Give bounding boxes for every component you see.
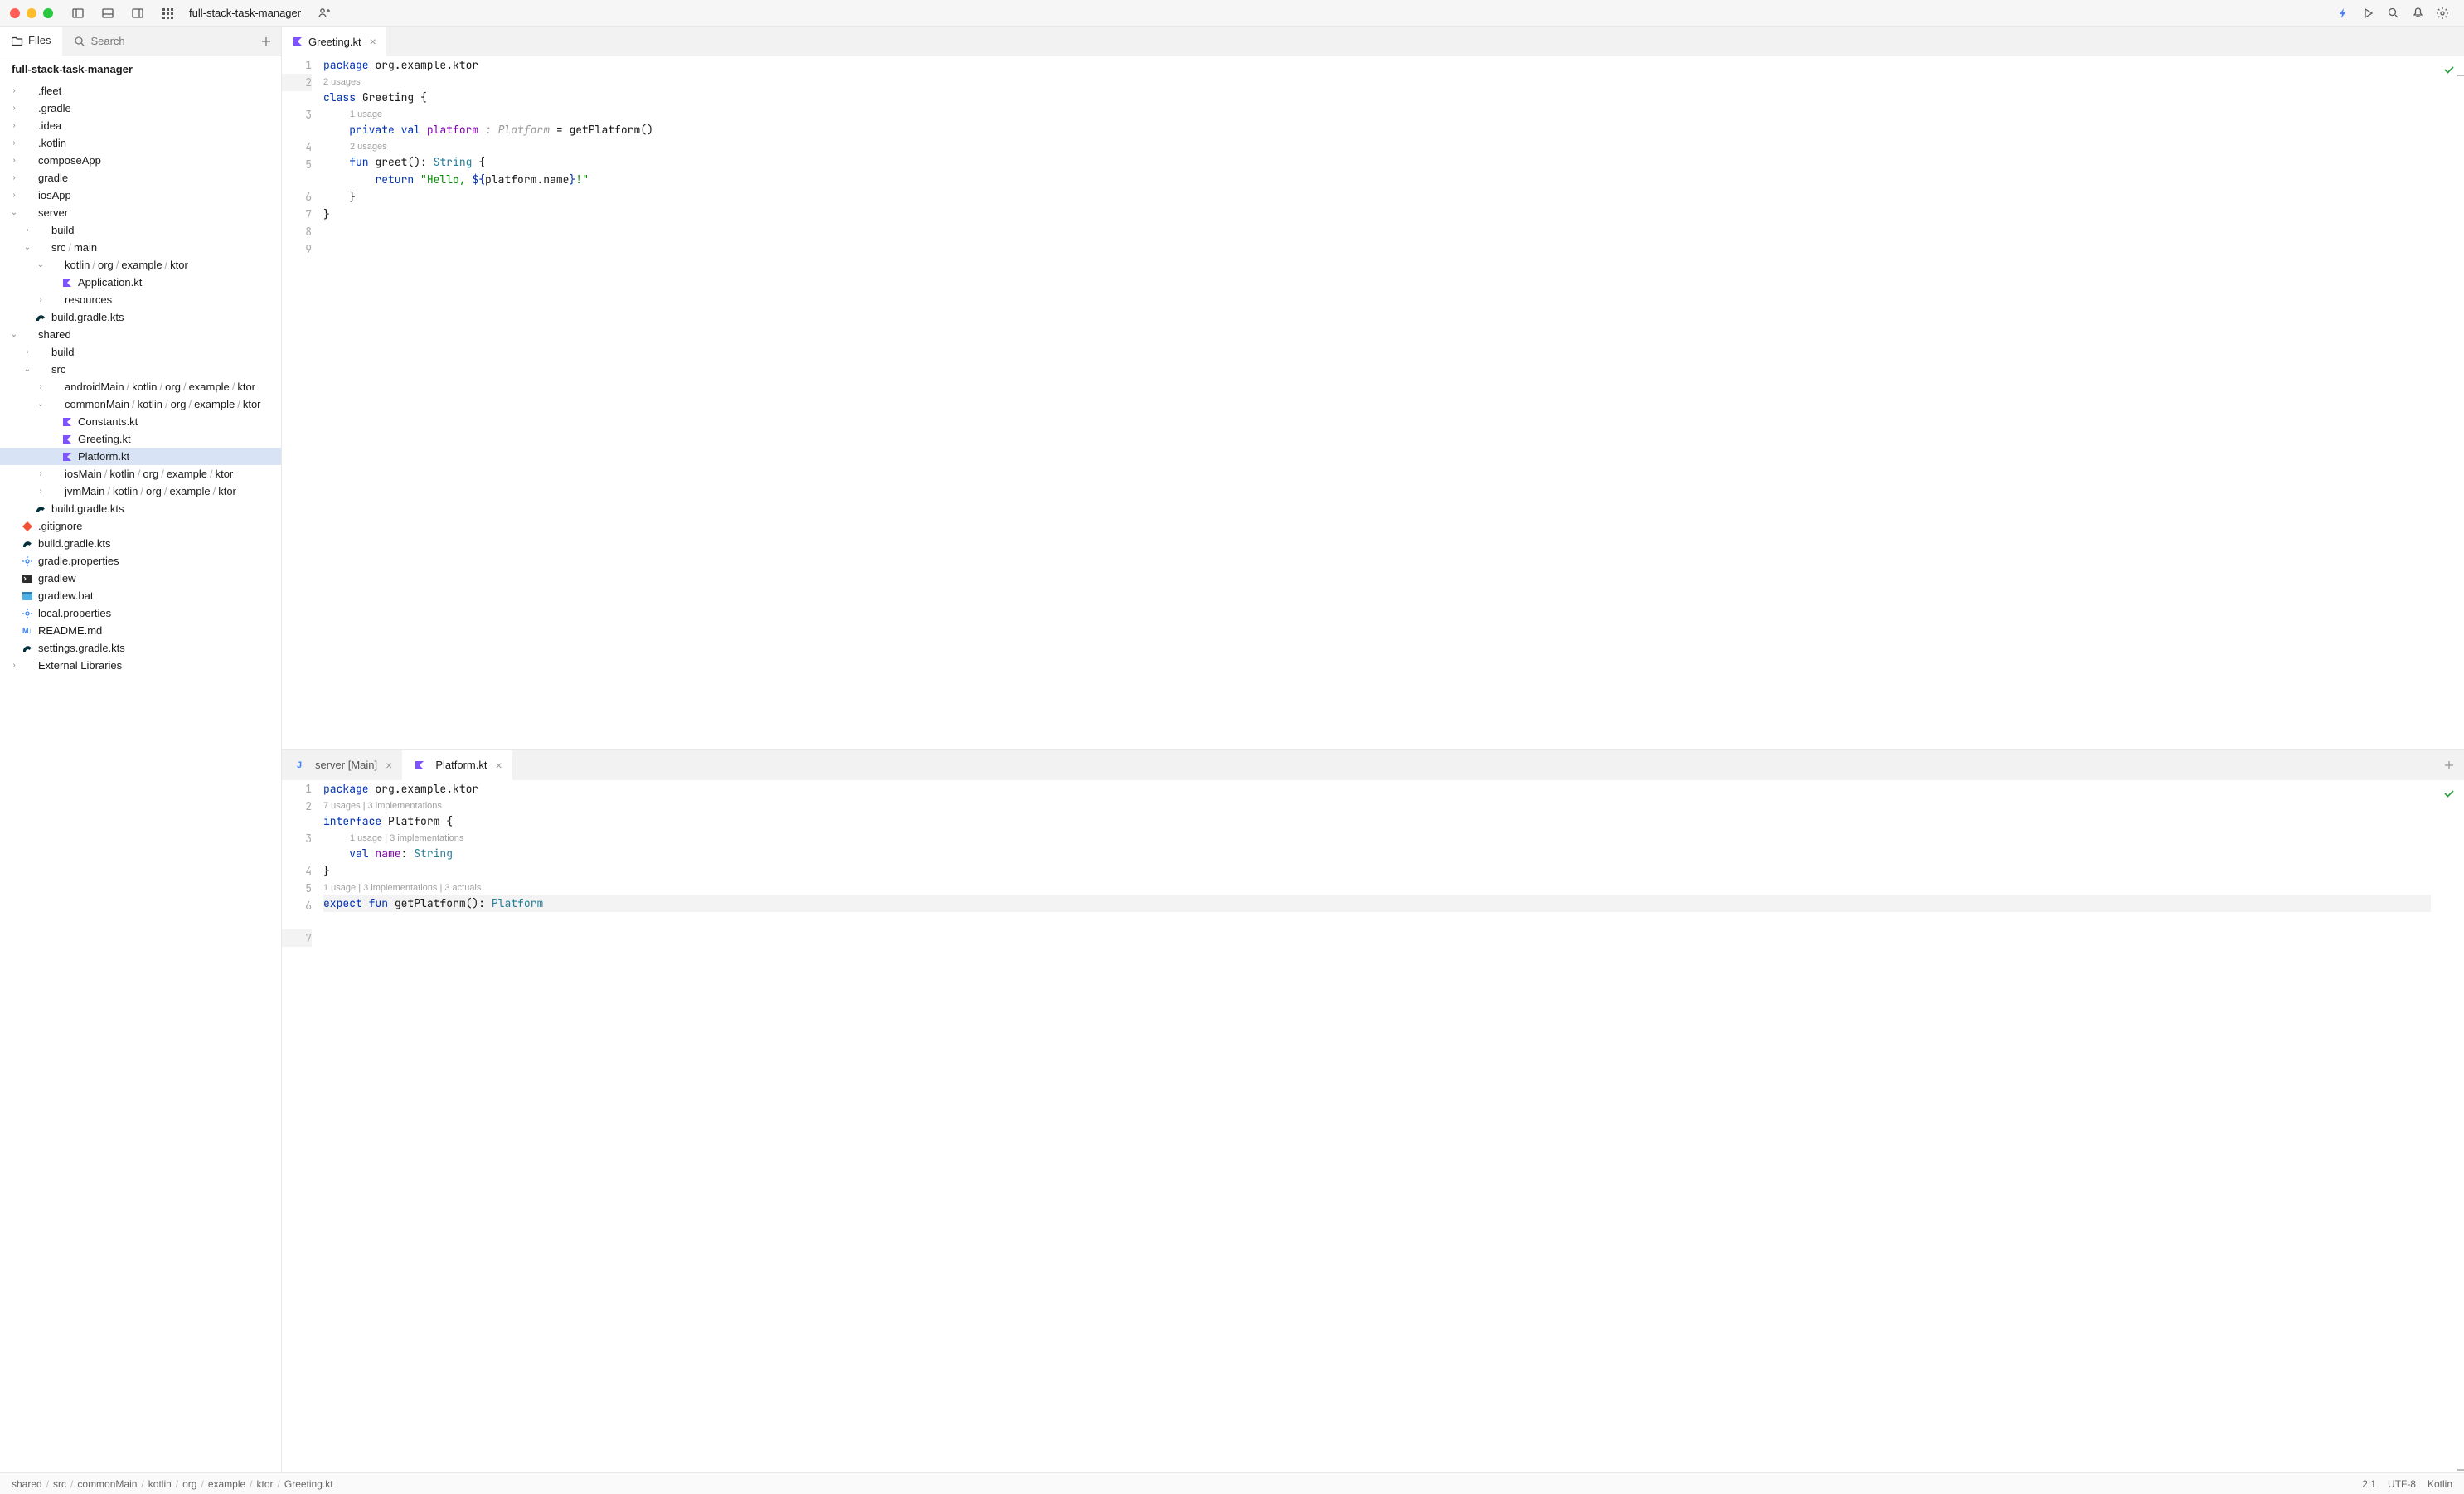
add-tab-button[interactable]: [251, 27, 281, 56]
file-tree-item[interactable]: ⌄src/main: [0, 239, 281, 256]
plus-icon: [260, 36, 272, 47]
file-tree-item[interactable]: settings.gradle.kts: [0, 639, 281, 657]
close-window-button[interactable]: [10, 8, 20, 18]
file-tree-item[interactable]: M↓README.md: [0, 622, 281, 639]
file-tree-item[interactable]: ›jvmMain/kotlin/org/example/ktor: [0, 483, 281, 500]
panel-right-icon[interactable]: [126, 2, 149, 25]
file-tree-item[interactable]: ›.kotlin: [0, 134, 281, 152]
file-tree-item[interactable]: .gitignore: [0, 517, 281, 535]
titlebar: full-stack-task-manager: [0, 0, 2464, 27]
code-editor-bottom[interactable]: 1234567 package org.example.ktor7 usages…: [282, 780, 2464, 1473]
file-tree-item[interactable]: build.gradle.kts: [0, 308, 281, 326]
bolt-icon[interactable]: [2331, 2, 2355, 25]
editor-tabs-top: Greeting.kt ×: [282, 27, 2464, 56]
sidebar-tabs: Files Search: [0, 27, 281, 56]
file-tree-item[interactable]: Greeting.kt: [0, 430, 281, 448]
editor-tab[interactable]: Platform.kt×: [402, 750, 512, 780]
file-tree-item[interactable]: ›iosApp: [0, 187, 281, 204]
sidebar-tab-label: Search: [90, 35, 124, 47]
file-tree-item[interactable]: gradlew: [0, 570, 281, 587]
file-tree-item[interactable]: ›build: [0, 221, 281, 239]
sidebar-tab-search[interactable]: Search: [62, 27, 136, 56]
file-tree-item[interactable]: gradle.properties: [0, 552, 281, 570]
file-tree-item[interactable]: Platform.kt: [0, 448, 281, 465]
file-tree-item[interactable]: ›build: [0, 343, 281, 361]
file-tree-item[interactable]: ⌄shared: [0, 326, 281, 343]
panel-left-icon[interactable]: [66, 2, 90, 25]
problems-ok-icon[interactable]: [2442, 787, 2456, 800]
editor-tab-label: Greeting.kt: [308, 36, 361, 48]
close-tab-button[interactable]: ×: [386, 759, 392, 772]
file-tree-item[interactable]: ⌄commonMain/kotlin/org/example/ktor: [0, 395, 281, 413]
maximize-window-button[interactable]: [43, 8, 53, 18]
run-icon[interactable]: [2356, 2, 2379, 25]
folder-icon: [12, 35, 23, 46]
file-encoding[interactable]: UTF-8: [2388, 1478, 2416, 1490]
problems-ok-icon[interactable]: [2442, 63, 2456, 76]
file-tree-item[interactable]: ›resources: [0, 291, 281, 308]
editor-tab-greeting[interactable]: Greeting.kt ×: [282, 27, 386, 56]
statusbar: shared/src/commonMain/kotlin/org/example…: [0, 1472, 2464, 1494]
project-name: full-stack-task-manager: [0, 56, 281, 82]
apps-grid-icon[interactable]: [156, 2, 179, 25]
plus-icon: [2443, 759, 2455, 771]
search-icon[interactable]: [2381, 2, 2404, 25]
cursor-position[interactable]: 2:1: [2362, 1478, 2376, 1490]
file-tree-item[interactable]: ›External Libraries: [0, 657, 281, 674]
file-tree-item[interactable]: ›.fleet: [0, 82, 281, 99]
file-tree[interactable]: ›.fleet›.gradle›.idea›.kotlin›composeApp…: [0, 82, 281, 1472]
code-editor-top[interactable]: 123456789 package org.example.ktor2 usag…: [282, 56, 2464, 749]
file-language[interactable]: Kotlin: [2428, 1478, 2452, 1490]
window-title: full-stack-task-manager: [189, 7, 301, 19]
panel-bottom-icon[interactable]: [96, 2, 119, 25]
editor-tab[interactable]: Jserver [Main]×: [282, 750, 402, 780]
file-tree-item[interactable]: gradlew.bat: [0, 587, 281, 604]
editor-pane-bottom: Jserver [Main]×Platform.kt× 1234567 pack…: [282, 750, 2464, 1473]
add-person-icon[interactable]: [313, 2, 336, 25]
file-tree-item[interactable]: build.gradle.kts: [0, 500, 281, 517]
sidebar-tab-label: Files: [28, 34, 51, 46]
file-tree-item[interactable]: ›androidMain/kotlin/org/example/ktor: [0, 378, 281, 395]
file-tree-item[interactable]: ›gradle: [0, 169, 281, 187]
breadcrumbs[interactable]: shared/src/commonMain/kotlin/org/example…: [12, 1478, 333, 1490]
close-tab-button[interactable]: ×: [370, 35, 376, 48]
sidebar-tab-files[interactable]: Files: [0, 27, 62, 56]
file-tree-item[interactable]: ›.gradle: [0, 99, 281, 117]
editor-area: Greeting.kt × 123456789 package org.exam…: [282, 27, 2464, 1472]
file-tree-item[interactable]: ⌄src: [0, 361, 281, 378]
editor-pane-top: Greeting.kt × 123456789 package org.exam…: [282, 27, 2464, 750]
kotlin-icon: [292, 36, 303, 47]
minimize-window-button[interactable]: [27, 8, 36, 18]
file-tree-item[interactable]: ›composeApp: [0, 152, 281, 169]
settings-icon[interactable]: [2431, 2, 2454, 25]
file-tree-item[interactable]: Application.kt: [0, 274, 281, 291]
file-tree-item[interactable]: ⌄kotlin/org/example/ktor: [0, 256, 281, 274]
sidebar: Files Search full-stack-task-manager ›.f…: [0, 27, 282, 1472]
search-icon: [74, 36, 85, 47]
file-tree-item[interactable]: ⌄server: [0, 204, 281, 221]
editor-tabs-bottom: Jserver [Main]×Platform.kt×: [282, 750, 2464, 780]
file-tree-item[interactable]: build.gradle.kts: [0, 535, 281, 552]
bell-icon[interactable]: [2406, 2, 2429, 25]
file-tree-item[interactable]: ›.idea: [0, 117, 281, 134]
file-tree-item[interactable]: ›iosMain/kotlin/org/example/ktor: [0, 465, 281, 483]
traffic-lights: [10, 8, 53, 18]
close-tab-button[interactable]: ×: [495, 759, 502, 772]
add-tab-button[interactable]: [2434, 750, 2464, 780]
file-tree-item[interactable]: local.properties: [0, 604, 281, 622]
file-tree-item[interactable]: Constants.kt: [0, 413, 281, 430]
